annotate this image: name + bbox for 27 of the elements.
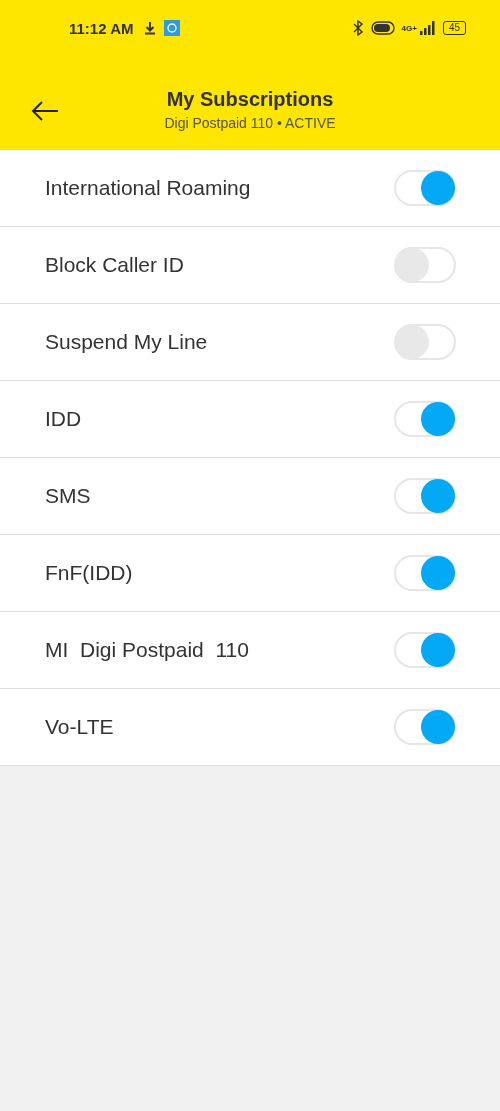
subscription-label: IDD [45,407,82,431]
subscription-label: MI Digi Postpaid 110 [45,638,249,662]
signal-icon [419,21,436,35]
download-icon [143,21,158,35]
app-notification-icon [164,20,181,36]
battery-indicator: 45 [442,21,466,35]
page-subtitle: Digi Postpaid 110 • ACTIVE [164,115,336,131]
toggle-switch[interactable] [394,170,456,206]
subscription-label: SMS [45,484,91,508]
subscription-label: Vo-LTE [45,715,114,739]
toggle-switch[interactable] [394,555,456,591]
toggle-switch[interactable] [394,247,456,283]
status-time: 11:12 AM [69,19,134,37]
toggle-switch[interactable] [394,478,456,514]
toggle-switch[interactable] [394,632,456,668]
page-title: My Subscriptions [165,88,335,111]
toggle-switch[interactable] [394,324,456,360]
toggle-switch[interactable] [394,709,456,745]
subscription-label: Suspend My Line [45,330,208,354]
subscription-label: FnF(IDD) [45,561,133,585]
bluetooth-icon [351,20,364,36]
network-type: 4G+ [401,23,417,33]
subscription-label: International Roaming [45,176,251,200]
toggle-switch[interactable] [394,401,456,437]
subscription-label: Block Caller ID [45,253,184,277]
data-saver-icon [370,21,395,35]
back-arrow-icon[interactable] [31,101,59,121]
